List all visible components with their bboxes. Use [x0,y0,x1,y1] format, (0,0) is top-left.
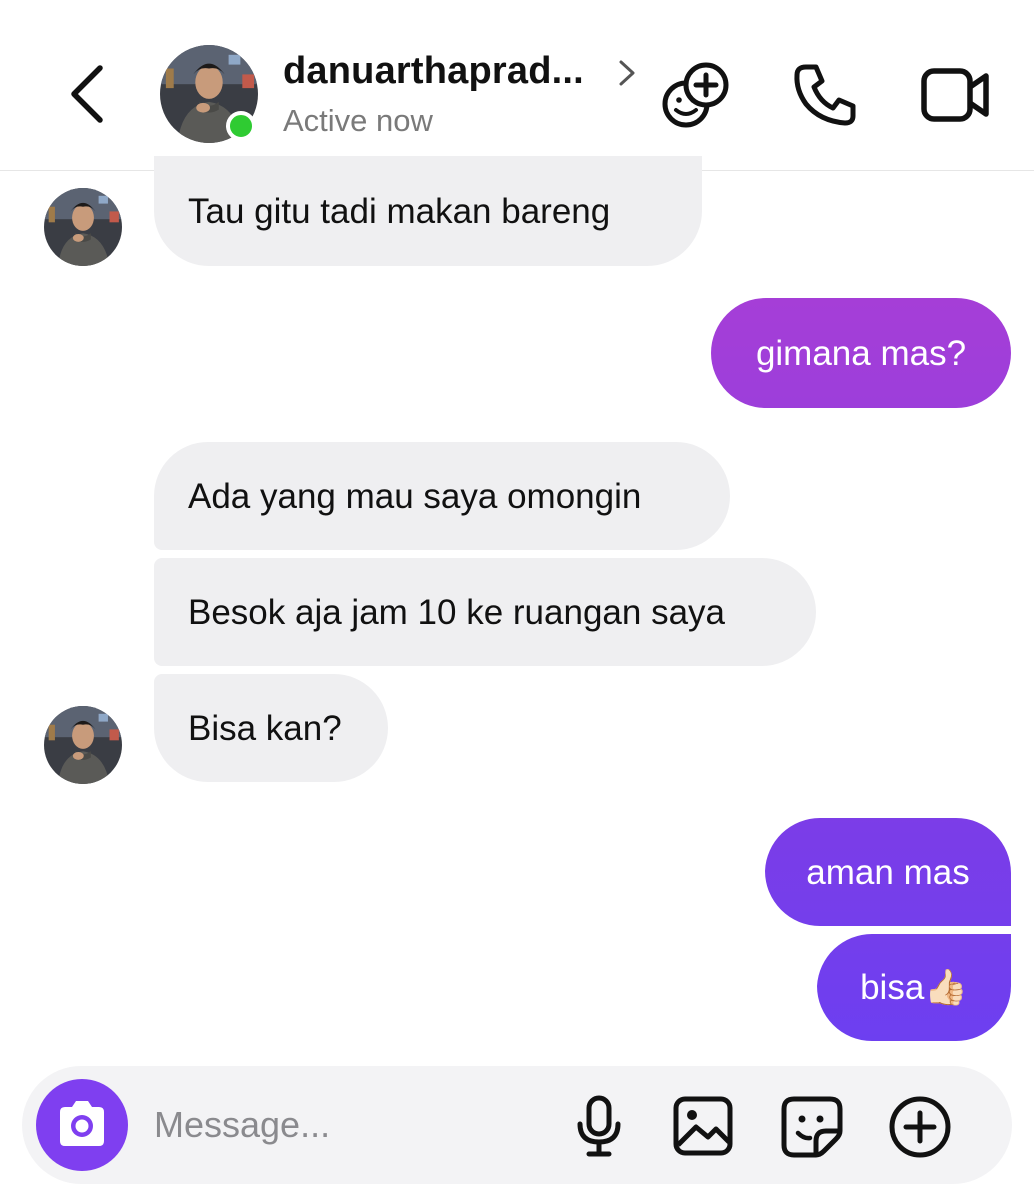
message-text: Tau gitu tadi makan bareng [188,191,611,231]
camera-button[interactable] [36,1079,128,1171]
chevron-right-icon[interactable] [616,58,638,88]
back-button[interactable] [62,62,112,126]
chat-header: danuarthaprad... Active now [0,0,1034,171]
contact-status: Active now [283,103,433,138]
message-text: Besok aja jam 10 ke ruangan saya [188,592,725,632]
contact-name[interactable]: danuarthaprad... [283,50,584,93]
plus-circle-icon[interactable] [888,1095,952,1159]
video-camera-icon[interactable] [920,66,992,124]
incoming-message[interactable]: Tau gitu tadi makan bareng [154,156,702,266]
outgoing-message[interactable]: aman mas [765,818,1011,926]
sticker-icon[interactable] [780,1095,844,1159]
sender-avatar [44,188,122,266]
online-indicator [226,111,256,141]
message-text: Ada yang mau saya omongin [188,476,642,516]
microphone-icon[interactable] [574,1094,624,1158]
message-composer [22,1066,1012,1184]
camera-icon [60,1101,104,1146]
sender-avatar [44,706,122,784]
message-text: aman mas [806,852,970,892]
outgoing-message[interactable]: gimana mas? [711,298,1011,408]
incoming-message[interactable]: Bisa kan? [154,674,388,782]
message-text: gimana mas? [755,333,967,373]
contact-avatar[interactable] [160,45,258,143]
message-text: Bisa kan? [188,708,342,748]
message-input[interactable] [154,1096,554,1154]
message-text: bisa👍🏻 [860,968,968,1007]
outgoing-message[interactable]: bisa👍🏻 [817,934,1011,1041]
add-people-icon[interactable] [660,62,730,130]
image-icon[interactable] [672,1095,734,1157]
phone-icon[interactable] [792,62,858,128]
chevron-left-icon [71,65,103,123]
incoming-message[interactable]: Besok aja jam 10 ke ruangan saya [154,558,816,666]
incoming-message[interactable]: Ada yang mau saya omongin [154,442,730,550]
